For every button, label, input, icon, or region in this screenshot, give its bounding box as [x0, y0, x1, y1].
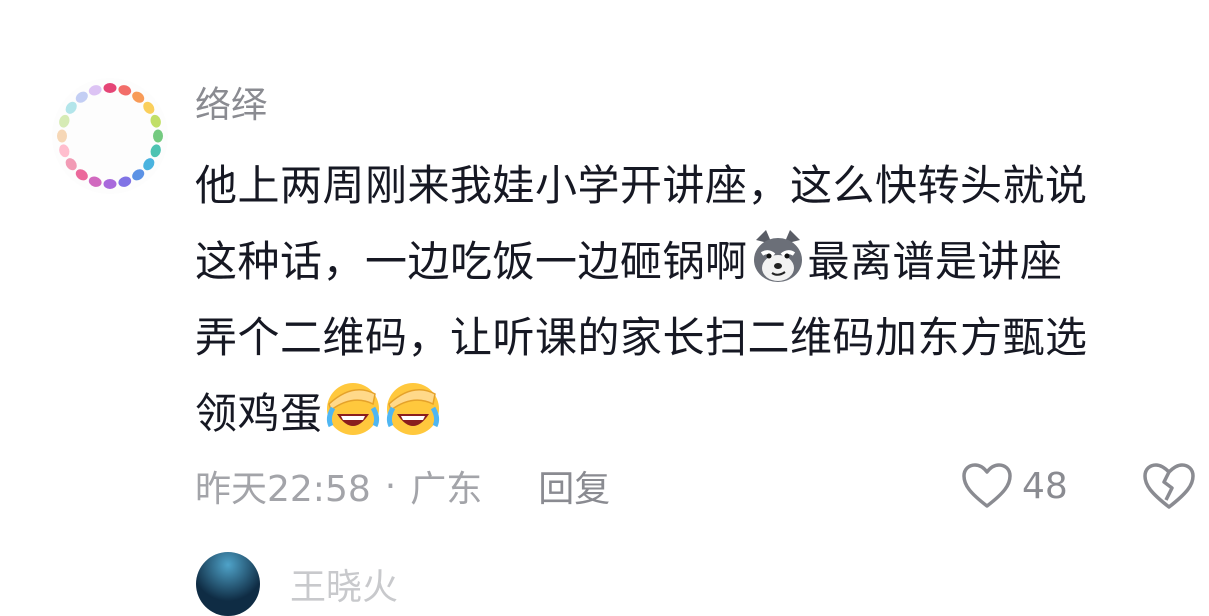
- next-comment-avatar[interactable]: [196, 552, 260, 616]
- comment-line: 他上两周刚来我娃小学开讲座，这么快转头就说: [195, 161, 1088, 210]
- like-count: 48: [1022, 465, 1068, 507]
- comment-line: 领鸡蛋: [195, 376, 1205, 452]
- comment-username[interactable]: 络绎: [195, 80, 267, 132]
- user-avatar[interactable]: [50, 76, 170, 196]
- comment-text: 他上两周刚来我娃小学开讲座，这么快转头就说 这种话，一边吃饭一边砸锅啊 最离谱是…: [195, 148, 1205, 452]
- facepalm-laugh-emoji: [386, 383, 439, 435]
- comment-line: 这种话，一边吃饭一边砸锅啊 最离谱是讲座: [195, 224, 1205, 300]
- broken-heart-icon[interactable]: [1140, 460, 1198, 512]
- comment-location: 广东: [410, 469, 483, 510]
- comment-line-text: 最离谱是讲座: [807, 237, 1063, 286]
- facepalm-laugh-emoji: [326, 383, 379, 435]
- reply-button[interactable]: 回复: [538, 460, 610, 512]
- heart-icon: [962, 463, 1012, 508]
- comment-line: 弄个二维码，让听课的家长扫二维码加东方甄选: [195, 313, 1088, 362]
- comment-meta: 昨天22:58 · 广东 回复: [195, 458, 610, 514]
- like-button[interactable]: 48: [960, 458, 1068, 514]
- next-comment-username[interactable]: 王晓火: [290, 558, 398, 610]
- comment-timestamp: 昨天22:58: [195, 469, 371, 510]
- comment-line-text: 这种话，一边吃饭一边砸锅啊: [195, 237, 748, 286]
- meta-separator: ·: [384, 465, 397, 507]
- comment-line-text: 领鸡蛋: [195, 389, 323, 438]
- smirk-husky-emoji: [753, 230, 802, 282]
